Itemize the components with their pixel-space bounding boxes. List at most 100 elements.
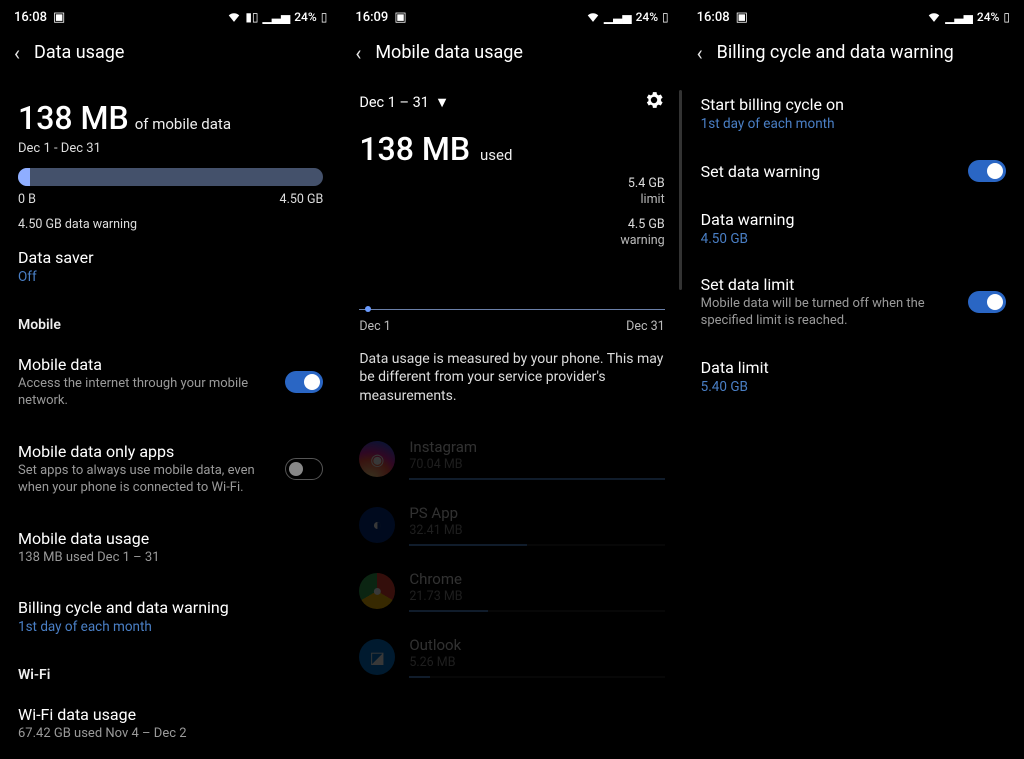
picture-icon: ▣ bbox=[394, 10, 406, 25]
section-mobile: Mobile bbox=[18, 301, 323, 339]
section-wifi: Wi-Fi bbox=[18, 651, 323, 689]
mobile-data-sub: Access the internet through your mobile … bbox=[18, 376, 275, 410]
billing-sub: 1st day of each month bbox=[18, 619, 323, 635]
signal-bars-icon: ▁▃▅ bbox=[945, 10, 973, 24]
warning-label: warning bbox=[359, 233, 664, 249]
app-row[interactable]: ◪ Outlook 5.26 MB bbox=[359, 624, 664, 690]
header: ‹ Mobile data usage bbox=[341, 28, 682, 81]
mobile-only-title: Mobile data only apps bbox=[18, 442, 275, 461]
data-saver-value: Off bbox=[18, 269, 323, 285]
mobile-only-toggle[interactable] bbox=[285, 458, 323, 480]
start-cycle-title: Start billing cycle on bbox=[701, 95, 1006, 114]
measurement-note: Data usage is measured by your phone. Th… bbox=[341, 334, 682, 407]
set-limit-toggle[interactable] bbox=[968, 291, 1006, 313]
app-row[interactable]: ● Chrome 21.73 MB bbox=[359, 558, 664, 624]
chrome-icon: ● bbox=[359, 573, 395, 609]
wifi-usage-sub: 67.42 GB used Nov 4 – Dec 2 bbox=[18, 726, 323, 743]
back-icon[interactable]: ‹ bbox=[355, 43, 361, 63]
data-warning-item[interactable]: Data warning 4.50 GB bbox=[701, 196, 1006, 261]
battery-percent: 24% bbox=[294, 10, 316, 24]
battery-icon: ▯ bbox=[662, 10, 669, 24]
mobile-usage-item[interactable]: Mobile data usage 138 MB used Dec 1 – 31 bbox=[18, 513, 323, 583]
bar-max: 4.50 GB bbox=[280, 192, 324, 207]
mobile-data-title: Mobile data bbox=[18, 355, 275, 374]
header: ‹ Billing cycle and data warning bbox=[683, 28, 1024, 81]
signal-bars-icon: ▁▃▅ bbox=[263, 10, 291, 24]
page-title: Data usage bbox=[34, 42, 124, 63]
page-title: Billing cycle and data warning bbox=[717, 42, 954, 63]
battery-icon: ▯ bbox=[1003, 10, 1010, 24]
signal-icon: ▮▯ bbox=[245, 10, 258, 24]
app-name: PS App bbox=[409, 504, 664, 522]
picture-icon: ▣ bbox=[736, 10, 748, 25]
clock: 16:08 bbox=[14, 10, 47, 25]
battery-percent: 24% bbox=[636, 10, 658, 24]
set-warning-title: Set data warning bbox=[701, 162, 821, 181]
status-bar: 16:08 ▣ ▁▃▅ 24% ▯ bbox=[683, 0, 1024, 28]
data-saver-item[interactable]: Data saver Off bbox=[18, 232, 323, 301]
app-name: Outlook bbox=[409, 636, 664, 654]
start-cycle-value: 1st day of each month bbox=[701, 116, 1006, 132]
graph-end: Dec 31 bbox=[626, 319, 665, 334]
total-suffix: of mobile data bbox=[135, 115, 231, 133]
warning-value: 4.5 GB bbox=[628, 217, 665, 232]
app-list: ◉ Instagram 70.04 MB ◐ PS App 32.41 MB ●… bbox=[341, 406, 682, 690]
back-icon[interactable]: ‹ bbox=[14, 43, 20, 63]
app-row[interactable]: ◉ Instagram 70.04 MB bbox=[359, 426, 664, 492]
back-icon[interactable]: ‹ bbox=[697, 43, 703, 63]
picture-icon: ▣ bbox=[53, 10, 65, 25]
set-limit-title: Set data limit bbox=[701, 275, 958, 294]
set-warning-item[interactable]: Set data warning bbox=[701, 146, 1006, 196]
app-amount: 70.04 MB bbox=[409, 457, 664, 472]
used-label: used bbox=[480, 146, 512, 164]
period-selector[interactable]: Dec 1 – 31 ▼ bbox=[359, 94, 449, 111]
mobile-usage-title: Mobile data usage bbox=[18, 529, 323, 548]
app-name: Instagram bbox=[409, 438, 664, 456]
wifi-usage-item[interactable]: Wi-Fi data usage 67.42 GB used Nov 4 – D… bbox=[18, 689, 323, 759]
usage-bar bbox=[18, 168, 323, 186]
header: ‹ Data usage bbox=[0, 28, 341, 81]
limit-label: limit bbox=[359, 192, 664, 208]
billing-item[interactable]: Billing cycle and data warning 1st day o… bbox=[18, 582, 323, 651]
start-cycle-item[interactable]: Start billing cycle on 1st day of each m… bbox=[701, 81, 1006, 146]
set-limit-item[interactable]: Set data limit Mobile data will be turne… bbox=[701, 261, 1006, 344]
mobile-only-sub: Set apps to always use mobile data, even… bbox=[18, 463, 275, 497]
mobile-data-item[interactable]: Mobile data Access the internet through … bbox=[18, 339, 323, 426]
bar-min: 0 B bbox=[18, 192, 36, 207]
limit-value: 5.4 GB bbox=[628, 176, 665, 191]
set-limit-sub: Mobile data will be turned off when the … bbox=[701, 296, 958, 330]
app-amount: 5.26 MB bbox=[409, 655, 664, 670]
usage-graph bbox=[359, 309, 664, 313]
set-warning-toggle[interactable] bbox=[968, 160, 1006, 182]
data-warning-title: Data warning bbox=[701, 210, 1006, 229]
wifi-usage-title: Wi-Fi data usage bbox=[18, 705, 323, 724]
total-amount: 138 MB bbox=[359, 130, 470, 168]
total-usage: 138 MB of mobile data bbox=[18, 99, 323, 137]
data-limit-value: 5.40 GB bbox=[701, 379, 1006, 395]
app-name: Chrome bbox=[409, 570, 664, 588]
status-bar: 16:09 ▣ ▁▃▅ 24% ▯ bbox=[341, 0, 682, 28]
data-warning-value: 4.50 GB bbox=[701, 231, 1006, 247]
date-range: Dec 1 - Dec 31 bbox=[18, 141, 323, 156]
data-limit-item[interactable]: Data limit 5.40 GB bbox=[701, 344, 1006, 409]
instagram-icon: ◉ bbox=[359, 441, 395, 477]
status-bar: 16:08 ▣ ▮▯ ▁▃▅ 24% ▯ bbox=[0, 0, 341, 28]
graph-start: Dec 1 bbox=[359, 319, 391, 334]
battery-percent: 24% bbox=[977, 10, 999, 24]
signal-bars-icon: ▁▃▅ bbox=[604, 10, 632, 24]
mobile-only-apps-item[interactable]: Mobile data only apps Set apps to always… bbox=[18, 426, 323, 513]
outlook-icon: ◪ bbox=[359, 639, 395, 675]
wifi-icon bbox=[927, 10, 941, 25]
ps-app-icon: ◐ bbox=[359, 507, 395, 543]
clock: 16:09 bbox=[355, 10, 388, 25]
dropdown-icon: ▼ bbox=[435, 94, 449, 111]
mobile-data-toggle[interactable] bbox=[285, 371, 323, 393]
billing-title: Billing cycle and data warning bbox=[18, 598, 323, 617]
page-title: Mobile data usage bbox=[375, 42, 523, 63]
data-saver-title: Data saver bbox=[18, 248, 323, 267]
gear-icon[interactable] bbox=[643, 89, 665, 116]
wifi-icon bbox=[586, 10, 600, 25]
scrollbar[interactable] bbox=[679, 90, 682, 290]
app-row[interactable]: ◐ PS App 32.41 MB bbox=[359, 492, 664, 558]
mobile-usage-sub: 138 MB used Dec 1 – 31 bbox=[18, 550, 323, 567]
